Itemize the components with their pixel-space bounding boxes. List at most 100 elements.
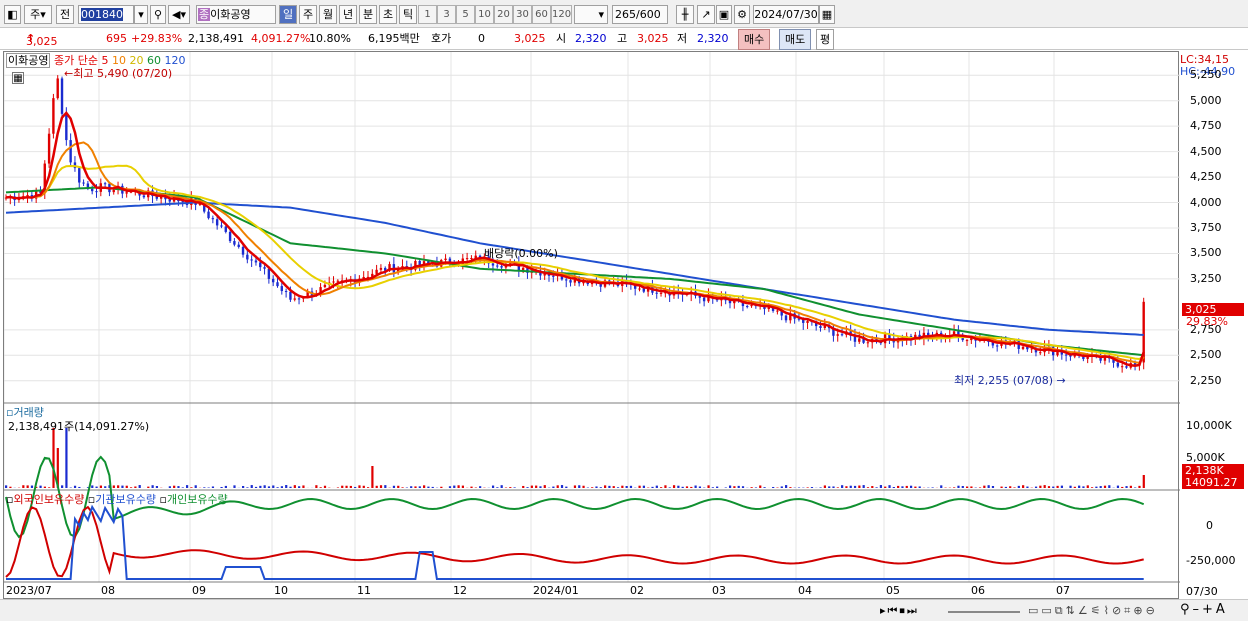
volume-bar xyxy=(91,485,94,488)
volume-bar xyxy=(914,486,917,488)
volume-bar xyxy=(556,485,559,488)
save-icon[interactable]: ▣ xyxy=(716,5,732,24)
candle-body xyxy=(267,268,271,279)
candle-body xyxy=(224,226,227,232)
tab-second[interactable]: 초 xyxy=(379,5,397,24)
volume-bar xyxy=(1121,486,1124,488)
bottom-bar: ▸⏮⏹⏭ ▭▭⧉⇅∠⚟⌇⊘⌗⊕⊖ ⚲–+A xyxy=(0,599,1248,621)
volume-bar xyxy=(138,485,141,488)
code-input[interactable]: 001840 xyxy=(78,5,134,24)
volume-bar xyxy=(750,487,753,488)
grid-toggle-icon[interactable]: ▦ xyxy=(12,72,24,84)
count-input[interactable]: 265/600 xyxy=(612,5,668,24)
volume-bar xyxy=(246,487,249,488)
buy-button[interactable]: 매수 xyxy=(738,29,771,50)
volume-bar xyxy=(99,485,103,488)
candle-body xyxy=(142,195,146,198)
period-custom[interactable]: ▾ xyxy=(574,5,608,24)
pyeong-button[interactable]: 평 xyxy=(816,29,835,50)
calendar-icon[interactable]: ▦ xyxy=(819,5,835,24)
volume-bar xyxy=(151,485,154,488)
period-10[interactable]: 10 xyxy=(475,5,494,24)
price-tick: 4,250 xyxy=(1190,170,1222,184)
period-20[interactable]: 20 xyxy=(494,5,513,24)
market-select[interactable]: 주▾ xyxy=(24,5,52,24)
volume-bar xyxy=(448,486,452,488)
volume-bar xyxy=(414,486,417,488)
sound-icon[interactable]: ◀▾ xyxy=(168,5,190,24)
tab-week[interactable]: 주 xyxy=(299,5,317,24)
candle-body xyxy=(228,231,232,242)
candle-body xyxy=(207,211,210,219)
chart-area[interactable]: 이화공영 종가 단순 5 10 20 60 120 ▦ ←최고 5,490 (0… xyxy=(3,51,1180,600)
prev-button[interactable]: 전 xyxy=(56,5,74,24)
volume-bar xyxy=(884,486,887,488)
tab-tick[interactable]: 틱 xyxy=(399,5,417,24)
period-3[interactable]: 3 xyxy=(437,5,456,24)
sell-button[interactable]: 매도 xyxy=(779,29,812,50)
period-5[interactable]: 5 xyxy=(456,5,475,24)
tab-minute[interactable]: 분 xyxy=(359,5,377,24)
period-60[interactable]: 60 xyxy=(532,5,551,24)
x-tick-label: 08 xyxy=(101,584,115,597)
tool-icons[interactable]: ▭▭⧉⇅∠⚟⌇⊘⌗⊕⊖ xyxy=(1028,604,1158,617)
code-dropdown[interactable]: ▾ xyxy=(134,5,148,24)
volume-bar xyxy=(1090,487,1094,488)
volume-bar xyxy=(841,485,844,488)
price-chart[interactable] xyxy=(4,52,1180,600)
window-icon[interactable]: ◧ xyxy=(4,5,21,24)
low-label: 저 xyxy=(677,32,688,45)
compare-icon[interactable]: ↗ xyxy=(697,5,715,24)
tab-month[interactable]: 월 xyxy=(319,5,337,24)
volume-bar xyxy=(780,486,783,488)
date-input[interactable]: 2024/07/30 xyxy=(753,5,819,24)
x-tick-label: 09 xyxy=(192,584,206,597)
institution-holding-line xyxy=(6,504,1144,580)
settings-icon[interactable]: ⚙ xyxy=(734,5,750,24)
dividend-annotation: 배당락(0.00%) xyxy=(484,247,558,260)
volume-bar xyxy=(1078,485,1081,488)
toolbar: ◧ 주▾ 전 001840 ▾ ⚲ ◀▾ 종이화공영 일 주 월 년 분 초 틱… xyxy=(0,0,1248,28)
candle-body xyxy=(250,259,253,261)
volume-bar xyxy=(233,485,236,488)
candle-icon[interactable]: ╫ xyxy=(676,5,694,24)
candle-body xyxy=(1125,366,1128,368)
period-1[interactable]: 1 xyxy=(418,5,437,24)
tab-year[interactable]: 년 xyxy=(339,5,357,24)
scroll-controls[interactable]: ▸⏮⏹⏭ xyxy=(880,604,919,617)
volume-bar xyxy=(341,485,344,488)
volume-bar xyxy=(565,486,568,488)
volume-bar xyxy=(397,485,400,488)
volume-bar xyxy=(1034,486,1038,488)
volume-bar xyxy=(552,486,555,488)
period-30[interactable]: 30 xyxy=(513,5,532,24)
search-icon[interactable]: ⚲ xyxy=(150,5,166,24)
volume-bar xyxy=(901,486,904,488)
volume-bar xyxy=(427,486,430,488)
volume-bar xyxy=(707,485,710,488)
volume-bar xyxy=(789,487,792,488)
volume-bar xyxy=(1138,485,1141,488)
candle-body xyxy=(655,292,658,294)
volume-bar xyxy=(711,487,714,488)
x-tick-label: 2023/07 xyxy=(6,584,52,597)
zoom-slider[interactable] xyxy=(948,604,1020,613)
tab-day[interactable]: 일 xyxy=(279,5,297,24)
volume-bar xyxy=(694,485,697,488)
name-box[interactable]: 종이화공영 xyxy=(196,5,276,24)
volume-bar xyxy=(95,486,98,488)
legend-ma10: 10 xyxy=(111,54,126,67)
volume-bar xyxy=(759,485,762,488)
volume-bar xyxy=(668,487,671,488)
volume-bar xyxy=(26,485,29,488)
zoom-icons[interactable]: ⚲–+A xyxy=(1180,603,1228,616)
legend-ma-label: 종가 단순 xyxy=(53,54,98,67)
legend-ma120: 120 xyxy=(164,54,186,67)
volume-bar xyxy=(457,485,460,488)
volume-bar xyxy=(362,485,365,488)
x-tick-label: 04 xyxy=(798,584,812,597)
volume-bar xyxy=(616,487,620,488)
volume-bar xyxy=(259,485,262,488)
period-120[interactable]: 120 xyxy=(551,5,572,24)
volume-bar xyxy=(1103,485,1107,488)
